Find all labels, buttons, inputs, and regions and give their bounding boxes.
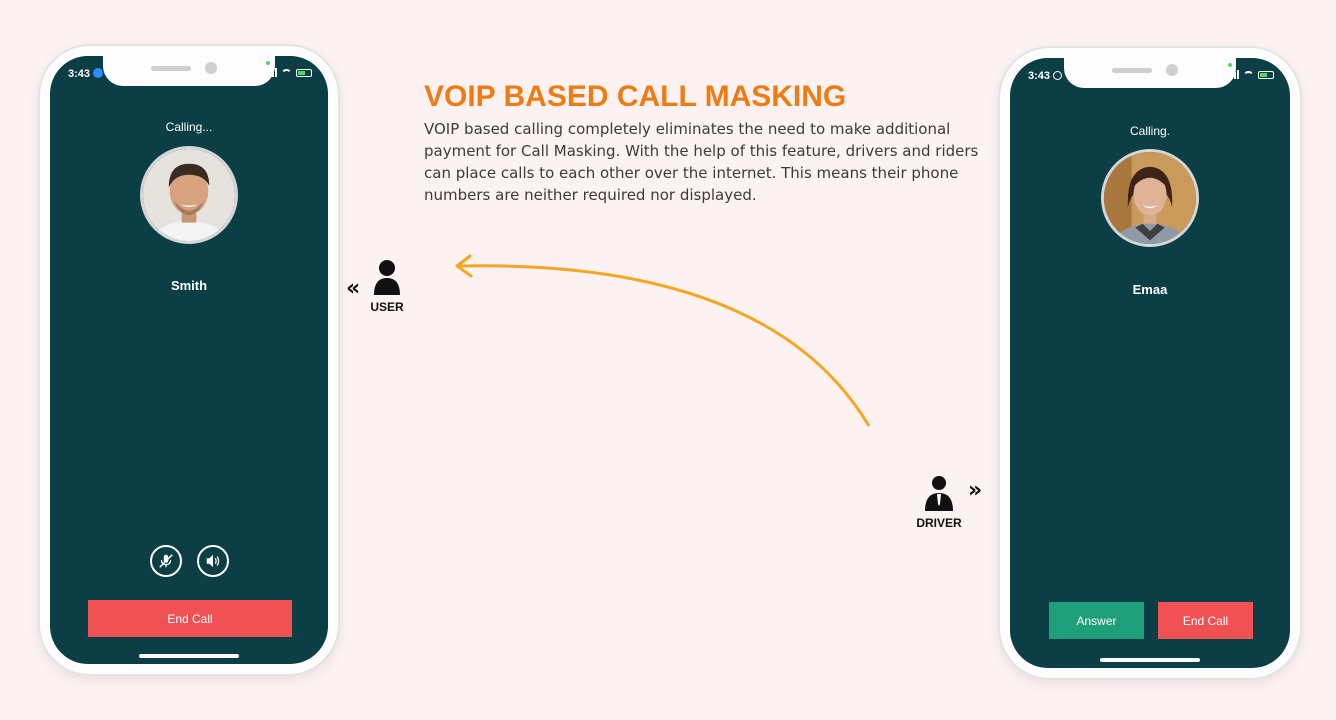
calling-status: Calling... (165, 120, 213, 134)
home-indicator (1100, 658, 1200, 662)
end-call-button[interactable]: End Call (1158, 602, 1253, 639)
status-icons (1228, 70, 1274, 79)
wifi-icon (1243, 70, 1254, 79)
mic-in-use-indicator (266, 61, 270, 65)
location-icon (93, 68, 104, 78)
calling-status: Calling. (1129, 124, 1171, 138)
answer-button[interactable]: Answer (1049, 602, 1144, 639)
user-role: USER (366, 258, 408, 314)
driver-phone: 3:43 Calling. Emaa Answer End Call (1000, 48, 1300, 678)
location-icon (1053, 71, 1063, 80)
feature-heading: VOIP BASED CALL MASKING (424, 80, 847, 113)
callee-name: Emaa (1132, 282, 1168, 297)
cellular-signal-icon (266, 68, 277, 77)
battery-icon (1258, 70, 1274, 79)
driver-role: DRIVER (914, 474, 964, 530)
mic-in-use-indicator (1228, 63, 1232, 67)
speaker-button[interactable] (197, 545, 229, 577)
status-time: 3:43 (68, 68, 104, 80)
mute-button[interactable] (150, 545, 182, 577)
left-chevron-icon: « (346, 276, 361, 301)
driver-label: DRIVER (916, 516, 962, 530)
earpiece (151, 66, 191, 71)
curved-arrow (455, 254, 871, 427)
wifi-icon (281, 68, 292, 77)
callee-avatar (1101, 149, 1199, 247)
driver-icon (925, 476, 953, 511)
cellular-signal-icon (1228, 70, 1239, 79)
battery-icon (296, 68, 312, 77)
mic-off-icon (159, 554, 173, 568)
end-call-button[interactable]: End Call (88, 600, 292, 637)
user-call-screen: 3:43 Calling... Smith End Call (50, 56, 328, 664)
front-camera (205, 62, 217, 74)
status-time: 3:43 (1028, 70, 1063, 82)
user-label: USER (370, 300, 404, 314)
callee-name: Smith (170, 278, 208, 293)
person-icon (374, 260, 400, 295)
phone-notch (1064, 58, 1236, 88)
user-phone: 3:43 Calling... Smith End Call (40, 46, 338, 674)
home-indicator (139, 654, 239, 658)
callee-avatar (140, 146, 238, 244)
status-icons (266, 68, 312, 77)
driver-call-screen: 3:43 Calling. Emaa Answer End Call (1010, 58, 1290, 668)
front-camera (1166, 64, 1178, 76)
phone-notch (103, 56, 275, 86)
right-chevron-icon: » (968, 478, 983, 503)
feature-description: VOIP based calling completely eliminates… (424, 120, 979, 204)
earpiece (1112, 68, 1152, 73)
speaker-icon (206, 554, 220, 568)
